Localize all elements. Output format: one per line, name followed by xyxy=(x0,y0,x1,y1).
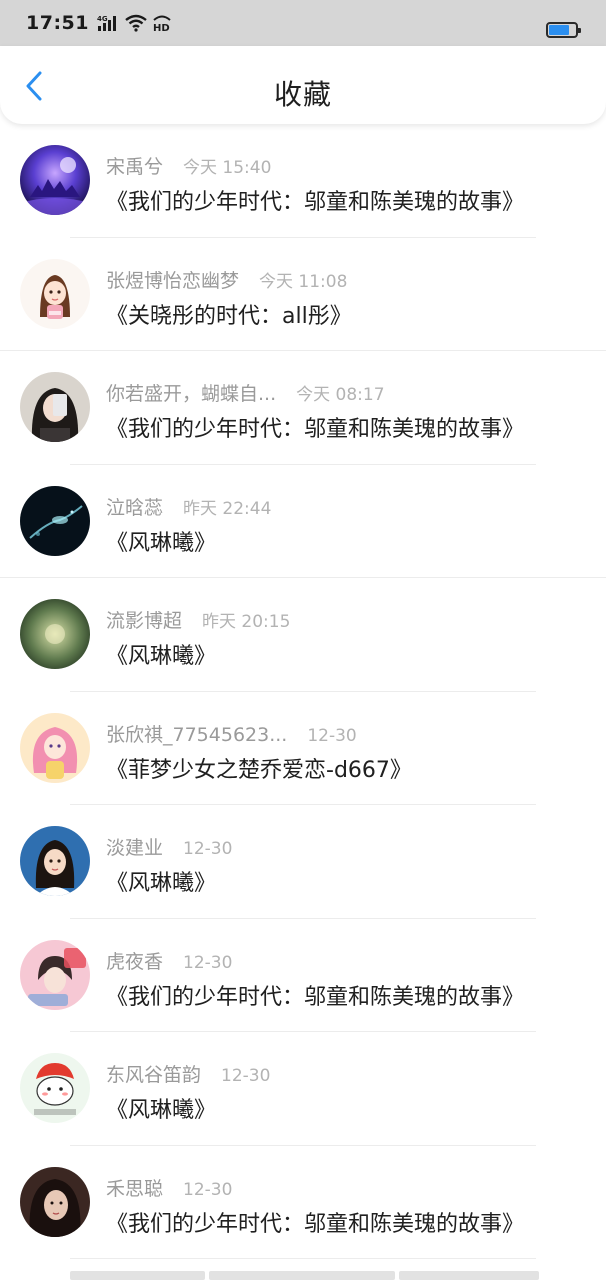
story-title[interactable]: 《我们的少年时代：邬童和陈美瑰的故事》 xyxy=(106,184,524,216)
list-item[interactable]: 张煜博怡恋幽梦 今天 11:08 《关晓彤的时代：all彤》 xyxy=(0,238,606,352)
item-meta: 张欣祺_77545623... 12-30 xyxy=(106,720,357,747)
timestamp: 今天 11:08 xyxy=(259,271,348,292)
story-title[interactable]: 《我们的少年时代：邬童和陈美瑰的故事》 xyxy=(106,1206,524,1238)
avatar[interactable] xyxy=(20,599,90,669)
item-meta: 东风谷笛韵 12-30 xyxy=(106,1060,270,1087)
item-meta: 流影博超 昨天 20:15 xyxy=(106,606,290,633)
timestamp: 12-30 xyxy=(307,725,357,746)
next-item-peek xyxy=(0,1271,606,1280)
username[interactable]: 禾思聪 xyxy=(106,1174,163,1201)
avatar[interactable] xyxy=(20,712,90,783)
username[interactable]: 流影博超 xyxy=(106,606,182,633)
battery-level xyxy=(549,25,569,35)
timestamp: 今天 15:40 xyxy=(183,158,272,178)
timestamp: 昨天 22:44 xyxy=(183,498,272,519)
status-bar: 17:51 4G HD xyxy=(0,0,606,46)
battery-icon xyxy=(546,22,581,38)
username[interactable]: 张煜博怡恋幽梦 xyxy=(106,266,239,293)
item-meta: 宋禹兮 今天 15:40 xyxy=(106,152,271,179)
story-title[interactable]: 《风琳曦》 xyxy=(106,525,216,557)
list-item[interactable]: 淡建业 12-30 《风琳曦》 xyxy=(0,805,606,919)
username[interactable]: 你若盛开，蝴蝶自... xyxy=(106,379,276,406)
username[interactable]: 虎夜香 xyxy=(106,947,163,974)
svg-text:HD: HD xyxy=(153,23,170,32)
list-item[interactable]: 东风谷笛韵 12-30 《风琳曦》 xyxy=(0,1032,606,1146)
timestamp: 昨天 20:15 xyxy=(202,612,291,632)
list-item[interactable]: 流影博超 昨天 20:15 《风琳曦》 xyxy=(0,578,606,692)
timestamp: 12-30 xyxy=(183,839,233,859)
peek-segment xyxy=(209,1271,395,1280)
story-title[interactable]: 《我们的少年时代：邬童和陈美瑰的故事》 xyxy=(106,979,524,1011)
list-item[interactable]: 泣晗蕊 昨天 22:44 《风琳曦》 xyxy=(0,465,606,579)
wifi-icon xyxy=(125,14,147,32)
timestamp: 12-30 xyxy=(221,1066,271,1086)
username[interactable]: 泣晗蕊 xyxy=(106,493,163,520)
list-item[interactable]: 你若盛开，蝴蝶自... 今天 08:17 《我们的少年时代：邬童和陈美瑰的故事》 xyxy=(0,351,606,465)
page-title: 收藏 xyxy=(273,78,332,111)
status-icons: 4G HD xyxy=(97,14,173,32)
item-meta: 张煜博怡恋幽梦 今天 11:08 xyxy=(106,266,347,293)
timestamp: 12-30 xyxy=(183,952,233,973)
story-title[interactable]: 《风琳曦》 xyxy=(106,638,216,670)
hd-call-icon: HD xyxy=(153,15,171,32)
cellular-signal-icon: 4G xyxy=(97,15,116,31)
item-meta: 禾思聪 12-30 xyxy=(106,1174,232,1201)
item-meta: 虎夜香 12-30 xyxy=(106,947,232,974)
avatar[interactable] xyxy=(20,258,90,329)
list-item[interactable]: 宋禹兮 今天 15:40 《我们的少年时代：邬童和陈美瑰的故事》 xyxy=(0,124,606,238)
username[interactable]: 东风谷笛韵 xyxy=(106,1060,201,1087)
list-item[interactable]: 禾思聪 12-30 《我们的少年时代：邬童和陈美瑰的故事》 xyxy=(0,1146,606,1260)
story-title[interactable]: 《风琳曦》 xyxy=(106,1092,216,1124)
item-meta: 泣晗蕊 昨天 22:44 xyxy=(106,493,271,520)
avatar[interactable] xyxy=(20,145,90,215)
timestamp: 今天 08:17 xyxy=(296,385,385,405)
status-time: 17:51 xyxy=(26,12,89,34)
story-title[interactable]: 《关晓彤的时代：all彤》 xyxy=(106,298,352,330)
username[interactable]: 张欣祺_77545623... xyxy=(106,720,287,747)
story-title[interactable]: 《我们的少年时代：邬童和陈美瑰的故事》 xyxy=(106,411,524,443)
story-title[interactable]: 《风琳曦》 xyxy=(106,865,216,897)
svg-text:4G: 4G xyxy=(97,15,108,23)
favorites-list: 宋禹兮 今天 15:40 《我们的少年时代：邬童和陈美瑰的故事》 张煜博怡恋幽梦… xyxy=(0,124,606,1259)
list-item[interactable]: 虎夜香 12-30 《我们的少年时代：邬童和陈美瑰的故事》 xyxy=(0,919,606,1033)
avatar[interactable] xyxy=(20,372,90,442)
peek-segment xyxy=(70,1271,205,1280)
avatar[interactable] xyxy=(20,826,90,896)
avatar[interactable] xyxy=(20,939,90,1010)
item-meta: 淡建业 12-30 xyxy=(106,833,232,860)
peek-segment xyxy=(399,1271,539,1280)
username[interactable]: 宋禹兮 xyxy=(106,152,163,179)
item-meta: 你若盛开，蝴蝶自... 今天 08:17 xyxy=(106,379,385,406)
list-item[interactable]: 张欣祺_77545623... 12-30 《菲梦少女之楚乔爱恋-d667》 xyxy=(0,692,606,806)
story-title[interactable]: 《菲梦少女之楚乔爱恋-d667》 xyxy=(106,752,412,784)
username[interactable]: 淡建业 xyxy=(106,833,163,860)
nav-header: 收藏 xyxy=(0,46,606,124)
avatar[interactable] xyxy=(20,1166,90,1237)
avatar[interactable] xyxy=(20,485,90,556)
avatar[interactable] xyxy=(20,1053,90,1123)
timestamp: 12-30 xyxy=(183,1179,233,1200)
